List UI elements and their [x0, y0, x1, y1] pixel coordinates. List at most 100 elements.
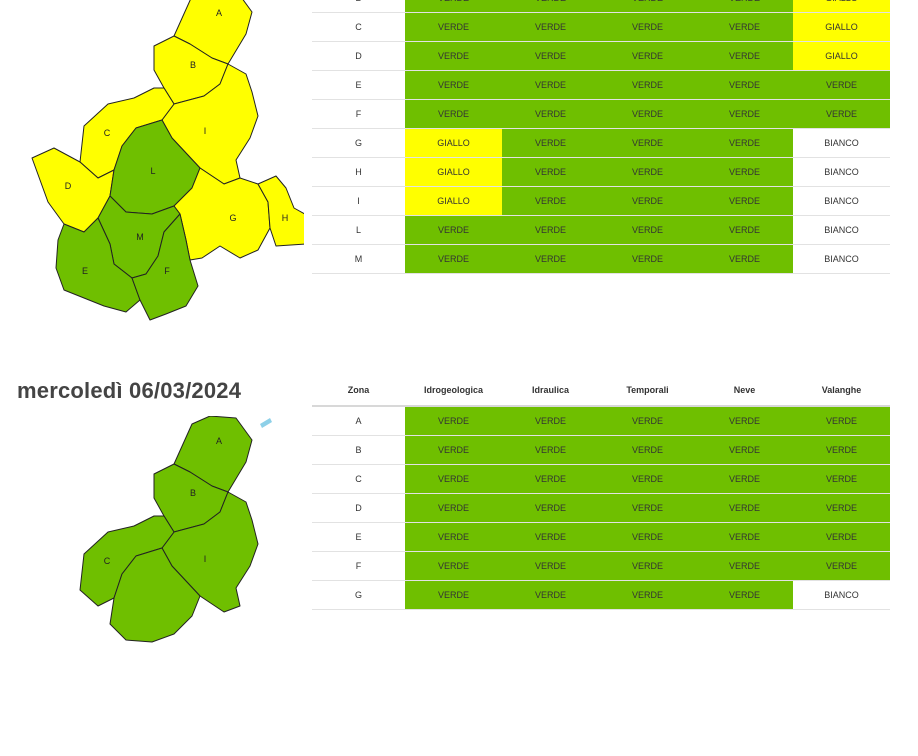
- level-cell: VERDE: [599, 522, 696, 552]
- zone-label-e: E: [82, 266, 88, 276]
- zone-cell: A: [312, 406, 405, 436]
- zone-cell: M: [312, 244, 405, 274]
- header-idrogeologica: Idrogeologica: [405, 375, 502, 407]
- level-cell: GIALLO: [793, 0, 890, 13]
- zone-label-d: D: [65, 181, 72, 191]
- level-cell: VERDE: [793, 493, 890, 523]
- zone-label-i: I: [204, 126, 207, 136]
- river-icon: [260, 418, 272, 428]
- level-cell: VERDE: [599, 493, 696, 523]
- piemonte-map-icon: A B C D E F G H I L M: [31, 0, 304, 321]
- table-row: L VERDE VERDE VERDE VERDE BIANCO: [312, 215, 890, 245]
- level-cell: VERDE: [793, 464, 890, 494]
- zone-label-m: M: [136, 232, 144, 242]
- level-cell: VERDE: [502, 157, 599, 187]
- zone-label-g: G: [229, 213, 236, 223]
- table-row: C VERDE VERDE VERDE VERDE VERDE: [312, 464, 890, 494]
- level-cell: VERDE: [405, 551, 502, 581]
- level-cell: VERDE: [405, 522, 502, 552]
- level-cell: VERDE: [793, 70, 890, 100]
- level-cell: VERDE: [696, 186, 793, 216]
- level-cell: VERDE: [793, 99, 890, 129]
- level-cell: VERDE: [599, 215, 696, 245]
- level-cell: VERDE: [696, 464, 793, 494]
- level-cell: VERDE: [696, 580, 793, 610]
- zone-cell: H: [312, 157, 405, 187]
- table-row: M VERDE VERDE VERDE VERDE BIANCO: [312, 244, 890, 274]
- level-cell: VERDE: [599, 128, 696, 158]
- level-cell: VERDE: [405, 70, 502, 100]
- level-cell: GIALLO: [405, 186, 502, 216]
- zone-cell: E: [312, 70, 405, 100]
- table-header-row: Zona Idrogeologica Idraulica Temporali N…: [312, 375, 890, 407]
- zone-cell: B: [312, 0, 405, 13]
- header-neve: Neve: [696, 375, 793, 407]
- zone-cell: G: [312, 128, 405, 158]
- table-row: E VERDE VERDE VERDE VERDE VERDE: [312, 70, 890, 100]
- level-cell: VERDE: [405, 406, 502, 436]
- zone-label-f: F: [164, 266, 170, 276]
- level-cell: VERDE: [696, 244, 793, 274]
- header-zona: Zona: [312, 375, 405, 407]
- level-cell: VERDE: [793, 435, 890, 465]
- level-cell: VERDE: [502, 128, 599, 158]
- level-cell: VERDE: [405, 12, 502, 42]
- level-cell: VERDE: [599, 0, 696, 13]
- table-row: H GIALLO VERDE VERDE VERDE BIANCO: [312, 157, 890, 187]
- level-cell: VERDE: [599, 406, 696, 436]
- level-cell: VERDE: [696, 41, 793, 71]
- level-cell: VERDE: [502, 99, 599, 129]
- level-cell: VERDE: [502, 12, 599, 42]
- level-cell: BIANCO: [793, 215, 890, 245]
- level-cell: VERDE: [502, 0, 599, 13]
- level-cell: VERDE: [599, 580, 696, 610]
- level-cell: VERDE: [405, 435, 502, 465]
- table-row: D VERDE VERDE VERDE VERDE GIALLO: [312, 41, 890, 71]
- level-cell: VERDE: [502, 464, 599, 494]
- date-heading: mercoledì 06/03/2024: [17, 378, 242, 403]
- level-cell: VERDE: [599, 12, 696, 42]
- zone-label-h: H: [282, 213, 289, 223]
- level-cell: VERDE: [502, 186, 599, 216]
- level-cell: VERDE: [793, 522, 890, 552]
- level-cell: VERDE: [405, 580, 502, 610]
- level-cell: GIALLO: [793, 41, 890, 71]
- header-temporali: Temporali: [599, 375, 696, 407]
- level-cell: VERDE: [696, 70, 793, 100]
- level-cell: VERDE: [696, 157, 793, 187]
- zone-label-b: B: [190, 60, 196, 70]
- table-row: F VERDE VERDE VERDE VERDE VERDE: [312, 551, 890, 581]
- alert-map-day1: A B C D E F G H I L M: [14, 0, 304, 328]
- zone-cell: I: [312, 186, 405, 216]
- alert-table-body: BVERDEVERDEVERDEVERDEGIALLOCVERDEVERDEVE…: [312, 0, 890, 274]
- level-cell: VERDE: [599, 551, 696, 581]
- level-cell: VERDE: [405, 99, 502, 129]
- level-cell: VERDE: [502, 435, 599, 465]
- table-row: I GIALLO VERDE VERDE VERDE BIANCO: [312, 186, 890, 216]
- piemonte-map-icon: A B C I: [79, 416, 272, 643]
- level-cell: VERDE: [599, 157, 696, 187]
- zone-cell: F: [312, 99, 405, 129]
- level-cell: VERDE: [405, 41, 502, 71]
- level-cell: BIANCO: [793, 580, 890, 610]
- level-cell: VERDE: [599, 41, 696, 71]
- zone-label-a: A: [216, 8, 222, 18]
- table-row: A VERDE VERDE VERDE VERDE VERDE: [312, 406, 890, 436]
- level-cell: VERDE: [696, 551, 793, 581]
- table-row: B VERDE VERDE VERDE VERDE VERDE: [312, 435, 890, 465]
- table-row: G GIALLO VERDE VERDE VERDE BIANCO: [312, 128, 890, 158]
- level-cell: VERDE: [793, 551, 890, 581]
- level-cell: VERDE: [599, 435, 696, 465]
- level-cell: VERDE: [599, 464, 696, 494]
- table-row: C VERDE VERDE VERDE VERDE GIALLO: [312, 12, 890, 42]
- zone-label-c: C: [104, 128, 111, 138]
- level-cell: VERDE: [696, 12, 793, 42]
- level-cell: GIALLO: [405, 157, 502, 187]
- alert-map-day2: A B C I: [14, 416, 304, 756]
- level-cell: VERDE: [599, 244, 696, 274]
- level-cell: VERDE: [405, 493, 502, 523]
- level-cell: VERDE: [502, 522, 599, 552]
- level-cell: VERDE: [502, 215, 599, 245]
- table-row: F VERDE VERDE VERDE VERDE VERDE: [312, 99, 890, 129]
- level-cell: VERDE: [696, 406, 793, 436]
